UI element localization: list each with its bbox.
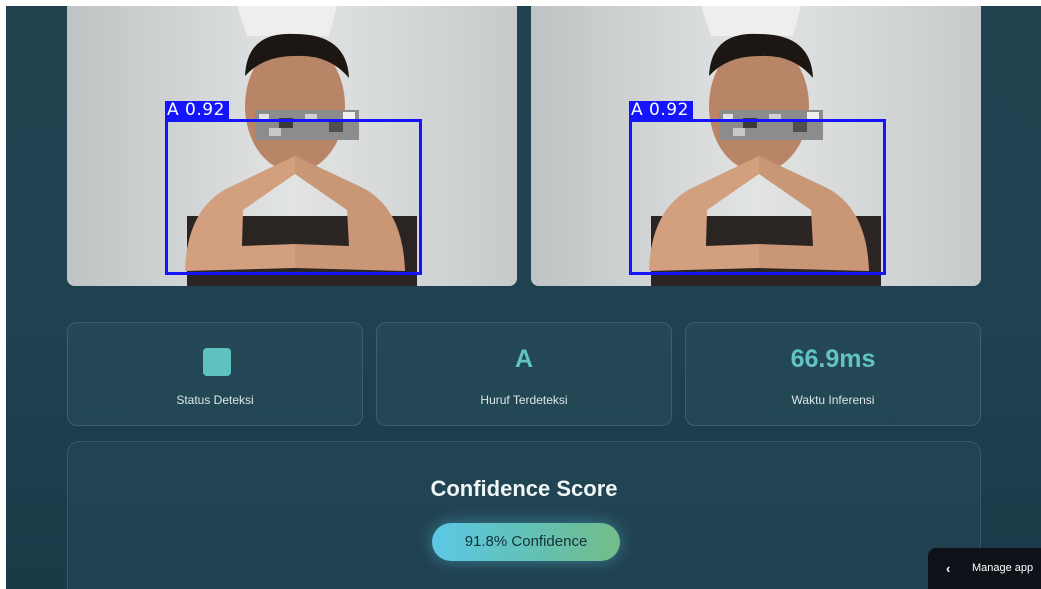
manage-app-label: Manage app bbox=[972, 562, 1034, 574]
inference-time: 66.9ms bbox=[790, 345, 876, 373]
status-label: Status Deteksi bbox=[176, 393, 254, 407]
manage-app-button[interactable]: ‹ Manage app bbox=[928, 548, 1041, 589]
confidence-badge: 91.8% Confidence bbox=[432, 523, 620, 561]
detection-label-right: A 0.92 bbox=[629, 101, 693, 119]
inference-card: 66.9ms Waktu Inferensi bbox=[685, 322, 981, 426]
inference-label: Waktu Inferensi bbox=[791, 393, 875, 407]
chevron-left-icon: ‹ bbox=[946, 561, 951, 576]
status-indicator bbox=[203, 348, 231, 376]
letter-card: A Huruf Terdeteksi bbox=[376, 322, 672, 426]
detected-letter: A bbox=[514, 345, 534, 373]
letter-label: Huruf Terdeteksi bbox=[480, 393, 568, 407]
camera-feed-left: A 0.92 bbox=[67, 6, 517, 286]
confidence-panel: Confidence Score 91.8% Confidence bbox=[67, 441, 981, 589]
app-root: A 0.92 A 0.92 Status Deteksi A Huruf Ter… bbox=[6, 6, 1041, 589]
detection-label-left: A 0.92 bbox=[165, 101, 229, 119]
confidence-title: Confidence Score bbox=[430, 476, 618, 501]
detection-box-left bbox=[165, 119, 422, 275]
status-card: Status Deteksi bbox=[67, 322, 363, 426]
camera-feed-right: A 0.92 bbox=[531, 6, 981, 286]
detection-box-right bbox=[629, 119, 886, 275]
